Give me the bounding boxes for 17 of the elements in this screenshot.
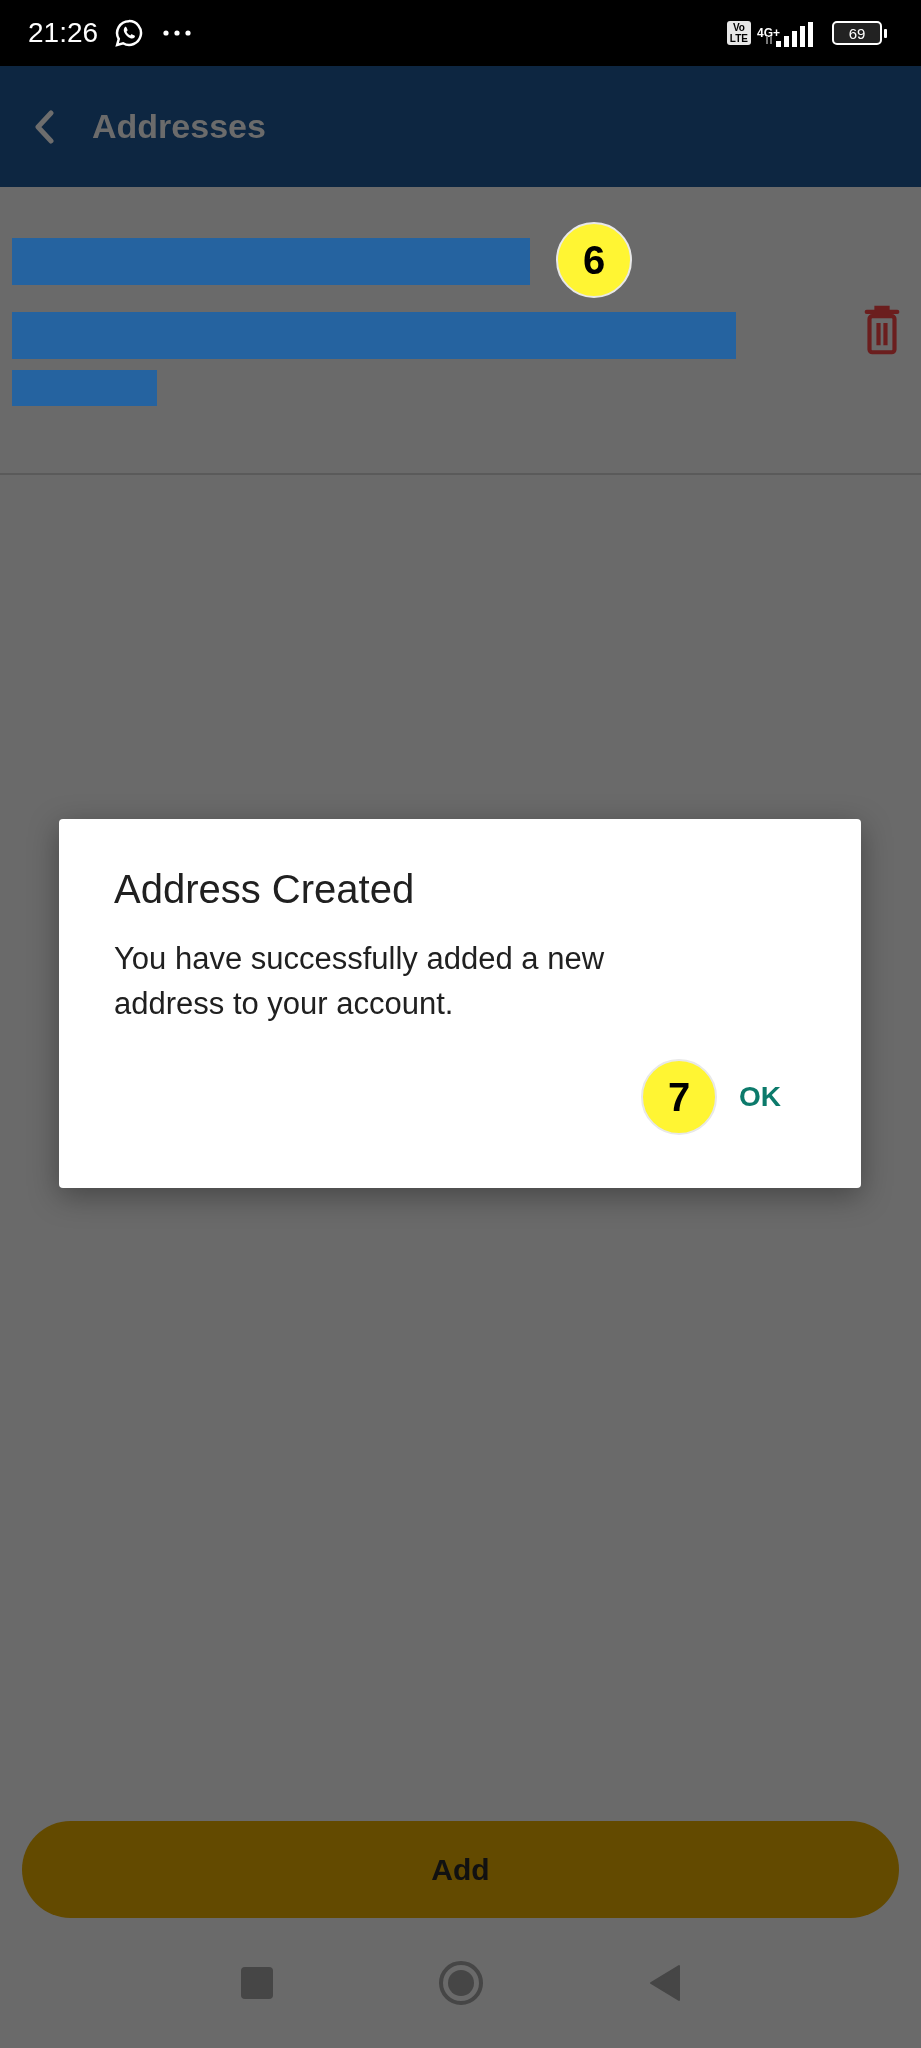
step-badge: 7 xyxy=(641,1059,717,1135)
more-notifications-icon xyxy=(162,29,193,37)
trash-icon[interactable] xyxy=(863,305,901,355)
chat-app-icon xyxy=(114,18,145,48)
dialog-title: Address Created xyxy=(114,867,416,912)
volte-badge: Vo LTE xyxy=(726,21,751,45)
clock-time: 21:26 xyxy=(28,17,99,49)
dialog-message: You have successfully added a new address to your account. xyxy=(114,940,606,1023)
screen-title: Addresses xyxy=(92,107,266,146)
network-type: 4G+ xyxy=(757,26,780,40)
home-icon[interactable] xyxy=(437,1960,484,2006)
step-badge: 6 xyxy=(556,222,632,298)
back-triangle-icon[interactable] xyxy=(648,1964,681,2002)
battery-indicator: 69 xyxy=(832,21,887,45)
back-icon[interactable] xyxy=(34,109,54,144)
recents-icon[interactable] xyxy=(240,1967,273,1999)
ok-button[interactable]: OK xyxy=(731,1073,789,1121)
